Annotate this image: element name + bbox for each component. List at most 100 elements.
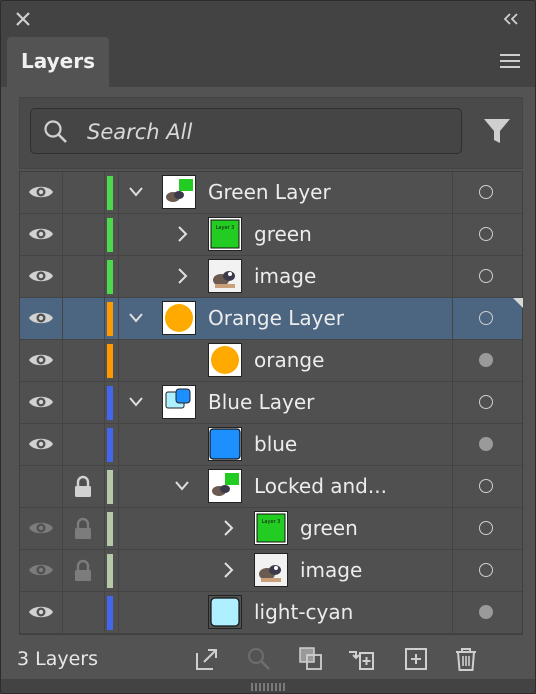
layer-name[interactable]: Blue Layer bbox=[208, 390, 314, 414]
visibility-toggle[interactable] bbox=[20, 256, 63, 297]
green-square-thumb: Layer 3 bbox=[208, 217, 242, 251]
layer-color-cell bbox=[104, 214, 119, 255]
layer-color-bar bbox=[107, 344, 113, 378]
lock-toggle[interactable] bbox=[62, 508, 105, 549]
layer-count: 3 Layers bbox=[17, 648, 99, 670]
filter-icon[interactable] bbox=[482, 116, 512, 146]
lock-toggle[interactable] bbox=[62, 214, 105, 255]
lock-toggle[interactable] bbox=[62, 256, 105, 297]
create-new-layer-icon[interactable] bbox=[402, 645, 430, 673]
layer-name[interactable]: image bbox=[254, 264, 316, 288]
lock-toggle[interactable] bbox=[62, 592, 105, 633]
panel-titlebar bbox=[1, 1, 535, 37]
delete-icon[interactable] bbox=[452, 645, 480, 673]
lock-toggle[interactable] bbox=[62, 172, 105, 213]
visibility-toggle[interactable] bbox=[20, 508, 63, 549]
tab-layers[interactable]: Layers bbox=[7, 37, 109, 87]
panel-menu-icon[interactable] bbox=[499, 51, 521, 71]
target-cell[interactable] bbox=[452, 508, 523, 549]
visibility-toggle[interactable] bbox=[20, 172, 63, 213]
layer-color-bar bbox=[107, 302, 113, 336]
lock-toggle[interactable] bbox=[62, 466, 105, 507]
layer-row[interactable]: Layer 3 green bbox=[20, 508, 522, 550]
layer-row[interactable]: Green Layer bbox=[20, 172, 522, 214]
lock-icon bbox=[70, 517, 96, 545]
green-square-thumb: Layer 3 bbox=[254, 511, 288, 545]
layer-color-cell bbox=[104, 298, 119, 339]
eye-icon bbox=[28, 223, 54, 249]
layer-row[interactable]: orange bbox=[20, 340, 522, 382]
lock-toggle[interactable] bbox=[62, 424, 105, 465]
eye-icon bbox=[28, 349, 54, 375]
chevron-down-icon[interactable] bbox=[128, 393, 144, 411]
visibility-toggle[interactable] bbox=[20, 424, 63, 465]
target-circle-icon bbox=[479, 311, 493, 325]
target-cell[interactable] bbox=[452, 424, 523, 465]
visibility-toggle[interactable] bbox=[20, 298, 63, 339]
close-icon[interactable] bbox=[13, 9, 33, 29]
chevron-right-icon[interactable] bbox=[174, 267, 190, 285]
target-cell[interactable] bbox=[452, 256, 523, 297]
visibility-toggle[interactable] bbox=[20, 550, 63, 591]
resize-grip[interactable] bbox=[1, 679, 535, 693]
target-cell[interactable] bbox=[452, 592, 523, 633]
make-clipping-mask-icon[interactable] bbox=[297, 645, 325, 673]
layer-color-bar bbox=[107, 470, 113, 504]
layer-row[interactable]: Orange Layer bbox=[20, 298, 523, 340]
target-circle-icon bbox=[479, 605, 493, 619]
visibility-toggle[interactable] bbox=[20, 214, 63, 255]
chevron-right-icon[interactable] bbox=[220, 519, 236, 537]
lock-toggle[interactable] bbox=[62, 382, 105, 423]
layer-name[interactable]: Orange Layer bbox=[208, 306, 344, 330]
visibility-toggle[interactable] bbox=[20, 340, 63, 381]
layer-row[interactable]: Layer 3 green bbox=[20, 214, 522, 256]
layer-name[interactable]: green bbox=[254, 222, 312, 246]
layer-name[interactable]: orange bbox=[254, 348, 324, 372]
chevron-down-icon[interactable] bbox=[128, 183, 144, 201]
layer-name[interactable]: Green Layer bbox=[208, 180, 331, 204]
visibility-toggle[interactable] bbox=[20, 466, 63, 507]
lock-toggle[interactable] bbox=[62, 340, 105, 381]
chevron-down-icon[interactable] bbox=[128, 309, 144, 327]
layer-name[interactable]: light-cyan bbox=[254, 600, 353, 624]
target-circle-icon bbox=[479, 479, 493, 493]
layer-row[interactable]: Blue Layer bbox=[20, 382, 522, 424]
layer-color-bar bbox=[107, 386, 113, 420]
layer-row[interactable]: image bbox=[20, 550, 522, 592]
locate-object-icon[interactable] bbox=[245, 645, 273, 673]
layer-color-bar bbox=[107, 428, 113, 462]
lock-toggle[interactable] bbox=[62, 550, 105, 591]
search-input[interactable] bbox=[85, 115, 449, 149]
target-cell[interactable] bbox=[452, 340, 523, 381]
chevron-right-icon[interactable] bbox=[174, 225, 190, 243]
layer-name[interactable]: Locked and... bbox=[254, 474, 387, 498]
lock-toggle[interactable] bbox=[62, 298, 105, 339]
target-cell[interactable] bbox=[452, 172, 523, 213]
collect-for-export-icon[interactable] bbox=[193, 645, 221, 673]
collapse-panel-icon[interactable] bbox=[501, 9, 521, 29]
target-cell[interactable] bbox=[452, 550, 523, 591]
target-cell[interactable] bbox=[452, 466, 523, 507]
layer-name[interactable]: blue bbox=[254, 432, 297, 456]
image-thumb bbox=[208, 259, 242, 293]
layer-row[interactable]: Locked and... bbox=[20, 466, 522, 508]
layer-row[interactable]: image bbox=[20, 256, 522, 298]
layer-row[interactable]: light-cyan bbox=[20, 592, 522, 634]
target-cell[interactable] bbox=[452, 382, 523, 423]
svg-text:Layer 3: Layer 3 bbox=[216, 225, 235, 231]
chevron-right-icon[interactable] bbox=[220, 561, 236, 579]
eye-icon bbox=[28, 307, 54, 333]
create-sublayer-icon[interactable] bbox=[347, 645, 375, 673]
target-cell[interactable] bbox=[452, 214, 523, 255]
layer-row[interactable]: blue bbox=[20, 424, 522, 466]
layer-color-cell bbox=[104, 340, 119, 381]
layer-name[interactable]: image bbox=[300, 558, 362, 582]
chevron-down-icon[interactable] bbox=[174, 477, 190, 495]
layer-color-cell bbox=[104, 466, 119, 507]
layer-name[interactable]: green bbox=[300, 516, 358, 540]
visibility-toggle[interactable] bbox=[20, 592, 63, 633]
target-cell[interactable] bbox=[452, 298, 523, 339]
visibility-toggle[interactable] bbox=[20, 382, 63, 423]
layers-list: Green Layer Layer 3 green image Orange Layer… bbox=[19, 171, 523, 635]
layer-color-cell bbox=[104, 172, 119, 213]
